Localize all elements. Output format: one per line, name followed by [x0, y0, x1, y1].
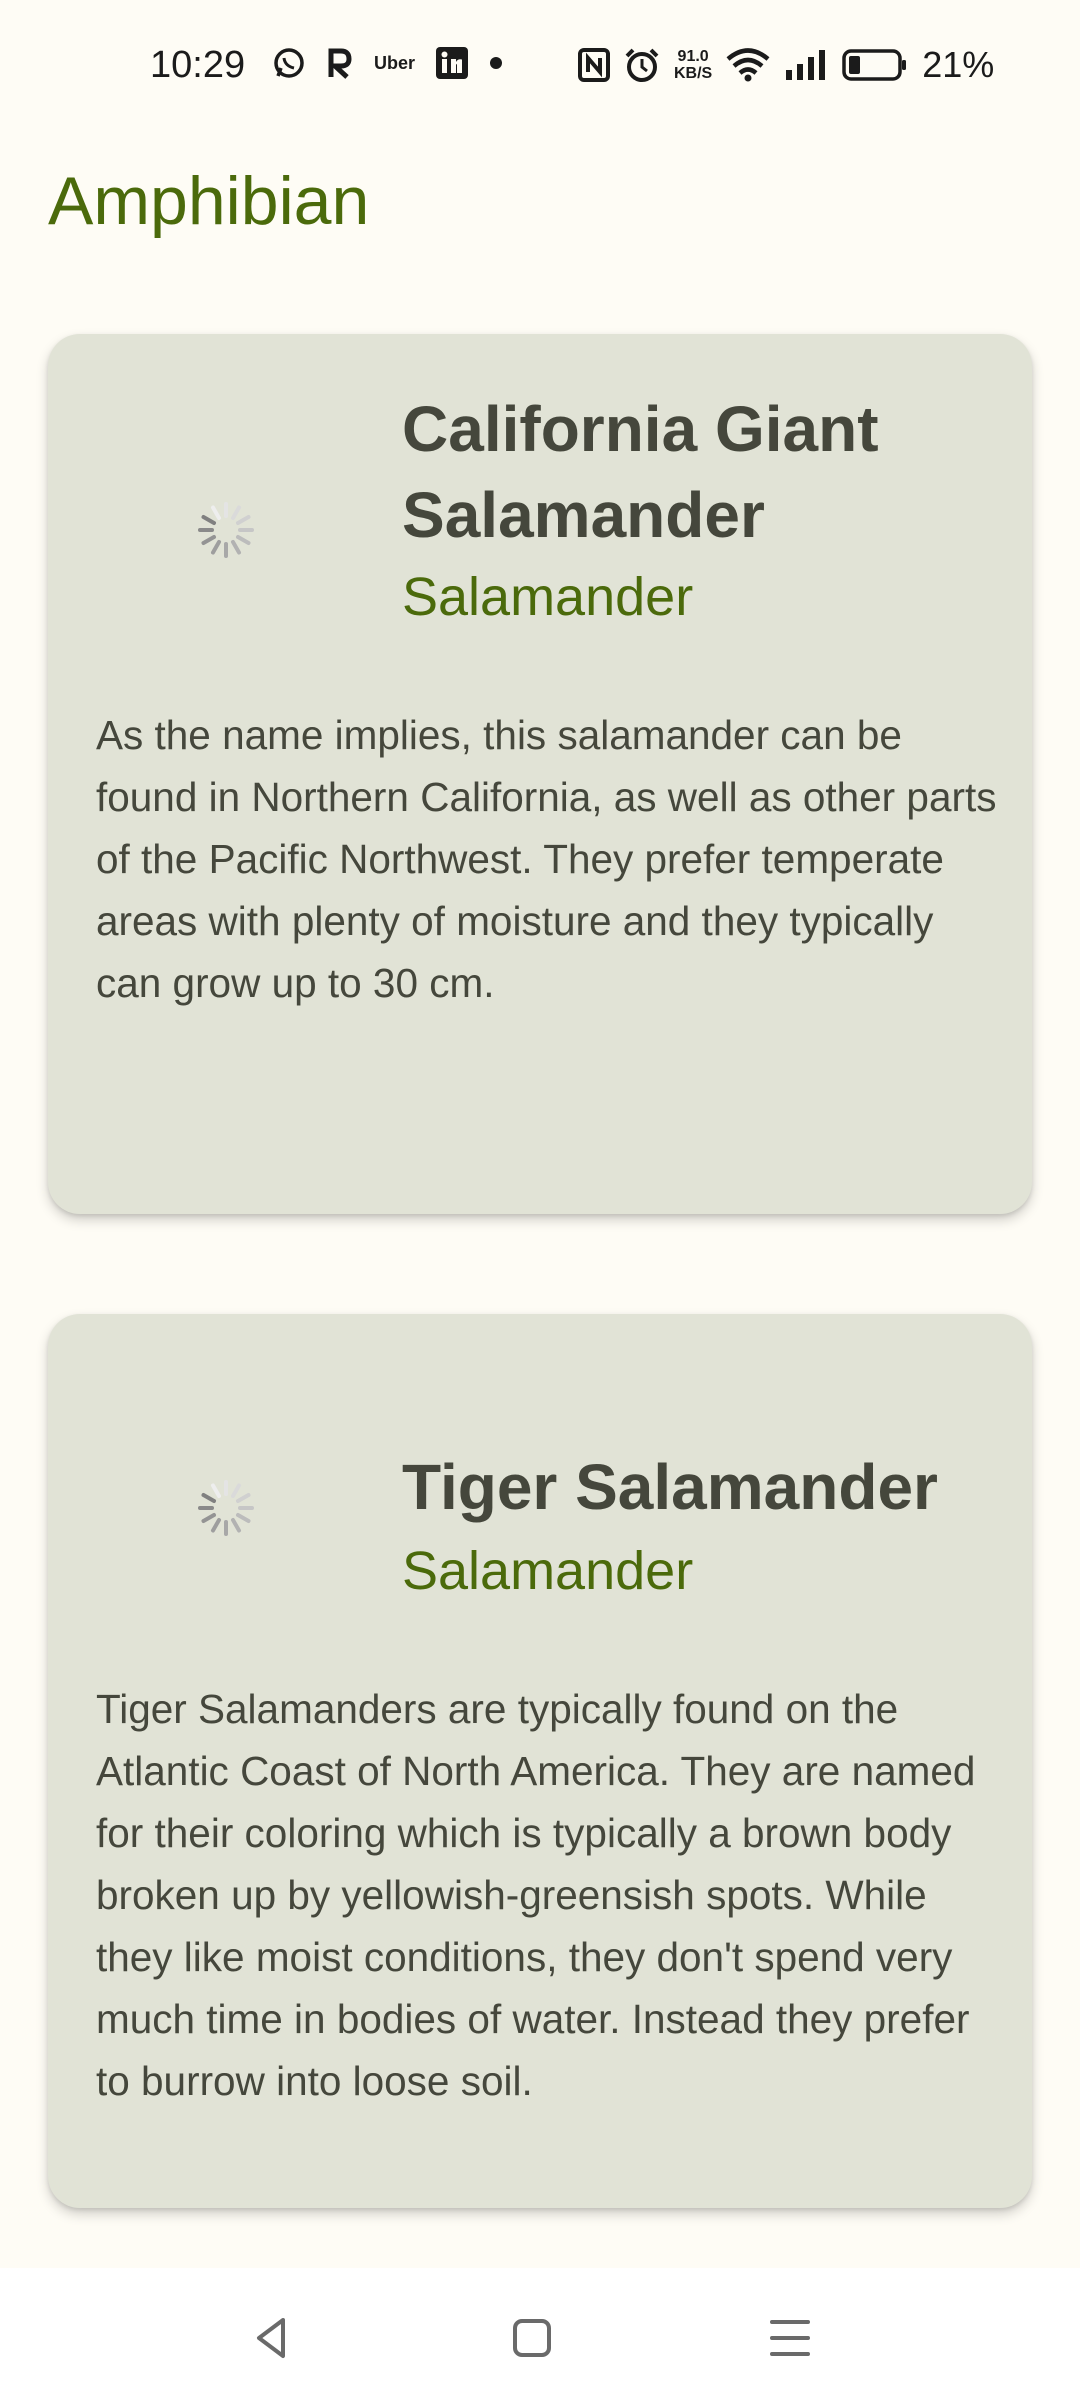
- card-description: As the name implies, this salamander can…: [96, 712, 997, 1006]
- linkedin-icon: [436, 47, 469, 79]
- notification-icons: Uber: [272, 46, 503, 80]
- card-subtitle: Salamander: [402, 567, 694, 627]
- loading-spinner-icon: [198, 1480, 254, 1536]
- dot-icon: [490, 57, 503, 69]
- battery-percent: 21%: [922, 44, 995, 85]
- status-bar: 10:29 Uber 91.0 KB/S 21%: [0, 0, 1080, 140]
- recents-icon[interactable]: [760, 2308, 820, 2368]
- navigation-bar: [0, 2268, 1080, 2400]
- status-time: 10:29: [150, 44, 246, 86]
- system-icons: 91.0 KB/S 21%: [578, 44, 994, 86]
- wifi-icon: [726, 48, 770, 82]
- loading-spinner-icon: [198, 502, 254, 558]
- nfc-icon: [578, 48, 610, 82]
- card-subtitle: Salamander: [402, 1541, 694, 1601]
- battery-icon: [842, 49, 907, 81]
- amphibian-card[interactable]: California Giant Salamander Salamander A…: [48, 334, 1032, 1214]
- alarm-icon: [625, 48, 659, 82]
- page-title: Amphibian: [48, 163, 370, 239]
- card-title: California Giant Salamander: [402, 393, 879, 551]
- net-speed-value: 91.0: [677, 48, 709, 65]
- whatsapp-icon: [274, 48, 304, 78]
- home-icon[interactable]: [502, 2308, 562, 2368]
- signal-icon: [786, 50, 826, 80]
- amphibian-card[interactable]: Tiger Salamander Salamander Tiger Salama…: [48, 1314, 1032, 2208]
- card-description: Tiger Salamanders are typically found on…: [96, 1686, 976, 2104]
- r-app-icon: [328, 48, 352, 79]
- net-speed: 91.0 KB/S: [674, 48, 712, 82]
- uber-icon: Uber: [374, 52, 416, 73]
- back-icon[interactable]: [243, 2308, 303, 2368]
- card-title: Tiger Salamander: [402, 1451, 938, 1523]
- net-speed-unit: KB/S: [674, 65, 713, 82]
